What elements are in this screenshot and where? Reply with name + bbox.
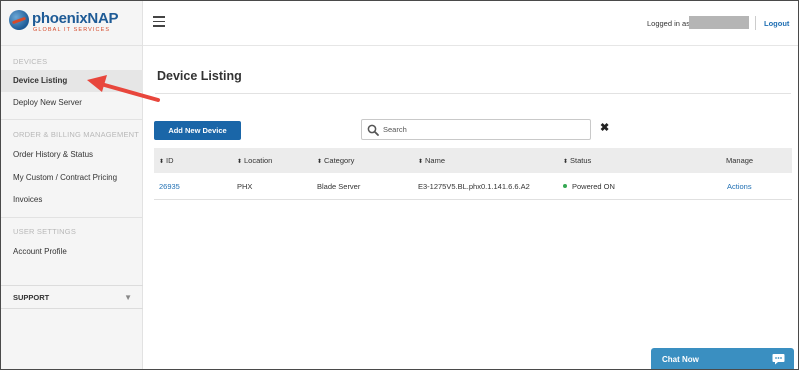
sidebar-section-user-settings: USER SETTINGS bbox=[1, 227, 143, 236]
sort-icon: ⬍ bbox=[317, 159, 323, 165]
sidebar-heading-devices: DEVICES bbox=[13, 57, 48, 66]
header-separator bbox=[755, 16, 756, 30]
sort-icon: ⬍ bbox=[418, 159, 424, 165]
brand-name: phoenixNAP bbox=[32, 10, 118, 27]
sidebar-section-devices: DEVICES bbox=[1, 57, 143, 66]
sidebar-item-invoices[interactable]: Invoices bbox=[1, 189, 143, 211]
title-divider bbox=[155, 93, 791, 94]
sidebar-item-account-profile[interactable]: Account Profile bbox=[1, 241, 143, 263]
column-header-name[interactable]: ⬍ Name bbox=[418, 148, 445, 173]
brand-logo[interactable]: phoenixNAP GLOBAL IT SERVICES bbox=[9, 8, 137, 36]
column-header-location[interactable]: ⬍ Location bbox=[237, 148, 272, 173]
sidebar: phoenixNAP GLOBAL IT SERVICES DEVICES De… bbox=[1, 1, 143, 369]
column-label: Category bbox=[324, 156, 355, 165]
column-label: Location bbox=[244, 156, 273, 165]
logout-link[interactable]: Logout bbox=[764, 19, 789, 28]
sidebar-divider bbox=[1, 119, 143, 120]
device-location: PHX bbox=[237, 182, 253, 191]
chat-label: Chat Now bbox=[662, 355, 699, 364]
username-redacted bbox=[689, 16, 749, 29]
chat-now-widget[interactable]: Chat Now bbox=[651, 348, 794, 369]
search-input[interactable] bbox=[383, 122, 583, 137]
search-box[interactable] bbox=[361, 119, 591, 140]
sidebar-item-deploy-new-server[interactable]: Deploy New Server bbox=[1, 92, 143, 114]
table-row: 26935 PHX Blade Server E3-1275V5.BL.phx0… bbox=[154, 173, 792, 200]
brand-tagline: GLOBAL IT SERVICES bbox=[33, 27, 111, 33]
globe-logo-icon bbox=[9, 10, 29, 30]
top-bar: Logged in as Logout bbox=[143, 1, 798, 46]
column-label: ID bbox=[166, 156, 174, 165]
device-category: Blade Server bbox=[317, 182, 361, 191]
sidebar-item-order-history[interactable]: Order History & Status bbox=[1, 144, 143, 166]
caret-down-icon: ▼ bbox=[124, 293, 132, 302]
column-header-manage: Manage bbox=[726, 156, 754, 165]
brand-name-main: phoenix bbox=[32, 10, 88, 27]
sort-icon: ⬍ bbox=[237, 159, 243, 165]
column-label: Name bbox=[425, 156, 446, 165]
column-label: Status bbox=[570, 156, 592, 165]
app-window: phoenixNAP GLOBAL IT SERVICES DEVICES De… bbox=[0, 0, 799, 370]
chat-bubble-icon bbox=[772, 354, 785, 365]
device-status: Powered ON bbox=[563, 173, 615, 200]
brand-name-accent: NAP bbox=[87, 10, 119, 27]
sidebar-heading-billing: ORDER & BILLING MANAGEMENT bbox=[13, 130, 140, 139]
clear-search-icon[interactable]: ✖ bbox=[600, 123, 609, 134]
sidebar-section-billing: ORDER & BILLING MANAGEMENT bbox=[1, 130, 143, 139]
page-title: Device Listing bbox=[157, 69, 242, 83]
sidebar-heading-user-settings: USER SETTINGS bbox=[13, 227, 77, 236]
sidebar-item-device-listing[interactable]: Device Listing bbox=[1, 70, 143, 92]
sidebar-divider bbox=[1, 217, 143, 218]
sidebar-support-toggle[interactable]: SUPPORT ▼ bbox=[1, 285, 143, 309]
device-status-text: Powered ON bbox=[572, 182, 615, 191]
column-header-id[interactable]: ⬍ ID bbox=[159, 148, 174, 173]
table-header: ⬍ ID ⬍ Location ⬍ Category ⬍ Name ⬍ Status Ma… bbox=[154, 148, 792, 173]
column-header-category[interactable]: ⬍ Category bbox=[317, 148, 354, 173]
sidebar-item-custom-pricing[interactable]: My Custom / Contract Pricing bbox=[1, 167, 143, 189]
column-header-status[interactable]: ⬍ Status bbox=[563, 148, 591, 173]
hamburger-icon[interactable] bbox=[153, 16, 165, 27]
support-label: SUPPORT bbox=[13, 293, 50, 302]
actions-link[interactable]: Actions bbox=[727, 173, 752, 200]
sidebar-divider bbox=[1, 45, 143, 46]
search-icon bbox=[367, 124, 379, 136]
device-id-link[interactable]: 26935 bbox=[159, 173, 180, 200]
logged-in-label: Logged in as bbox=[647, 19, 690, 28]
sort-icon: ⬍ bbox=[563, 159, 569, 165]
sort-icon: ⬍ bbox=[159, 159, 165, 165]
device-name: E3-1275V5.BL.phx0.1.141.6.6.A2 bbox=[418, 182, 530, 191]
add-new-device-button[interactable]: Add New Device bbox=[154, 121, 241, 140]
status-dot-icon bbox=[563, 184, 567, 189]
